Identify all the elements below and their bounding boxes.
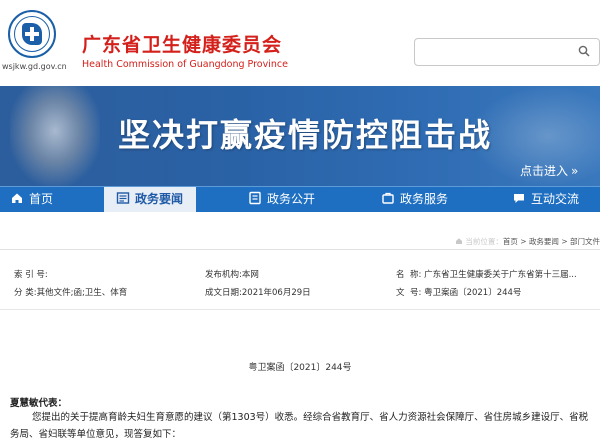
search-input[interactable]	[414, 38, 600, 66]
meta-category-value: 其他文件;函;卫生、体育	[36, 288, 128, 298]
meta-category: 分 类:其他文件;函;卫生、体育	[14, 286, 127, 298]
meta-publisher-value: 本网	[241, 270, 259, 280]
divider	[0, 249, 600, 250]
meta-date: 成文日期:2021年06月29日	[205, 286, 311, 298]
breadcrumb-item-news[interactable]: 政务要闻	[529, 237, 559, 246]
double-chevron-right-icon: »	[571, 164, 579, 178]
nav-item-label: 首页	[29, 192, 54, 206]
meta-date-value: 2021年06月29日	[241, 288, 311, 298]
disclosure-icon	[249, 191, 261, 205]
site-title-cn[interactable]: 广东省卫生健康委员会	[82, 30, 282, 57]
document-paragraph: 您提出的关于提高育龄夫妇生育意愿的建议（第1303号）收悉。经综合省教育厅、省人…	[10, 409, 594, 443]
breadcrumb-separator: >	[558, 237, 570, 246]
meta-publisher: 发布机构:本网	[205, 268, 259, 280]
nav-item-label: 互动交流	[531, 192, 580, 206]
nav-item-label: 政务要闻	[135, 192, 184, 206]
news-icon	[116, 192, 130, 204]
meta-category-label: 分 类:	[14, 288, 37, 298]
meta-docno-label: 文	[396, 288, 405, 298]
meta-date-label: 成文日期:	[205, 288, 242, 298]
site-header: wsjkw.gd.gov.cn 广东省卫生健康委员会 Health Commis…	[0, 0, 600, 86]
health-commission-logo-icon[interactable]	[8, 10, 56, 58]
site-url: wsjkw.gd.gov.cn	[2, 62, 67, 71]
meta-index: 索 引 号:	[14, 268, 48, 280]
nav-item-home[interactable]: 首页	[10, 187, 90, 212]
document-meta-table: 索 引 号: 发布机构:本网 名 称: 广东省卫生健康委关于广东省第十三届...…	[0, 268, 600, 310]
meta-docno-value: 号: 粤卫案函〔2021〕244号	[410, 288, 522, 298]
medical-worker-image	[10, 86, 100, 186]
main-nav: 首页 政务要闻 政务公开 政务服务 互动交流	[0, 186, 600, 212]
service-icon	[382, 192, 394, 204]
meta-index-label: 索 引 号:	[14, 270, 48, 280]
site-title-en: Health Commission of Guangdong Province	[82, 59, 288, 70]
meta-row: 索 引 号: 发布机构:本网 名 称: 广东省卫生健康委关于广东省第十三届...	[0, 268, 600, 282]
nav-item-news[interactable]: 政务要闻	[104, 187, 196, 212]
chat-icon	[514, 194, 524, 203]
banner-enter-link[interactable]: 点击进入»	[520, 162, 578, 179]
meta-title-value: 称: 广东省卫生健康委关于广东省第十三届...	[410, 270, 577, 280]
nav-item-disclosure[interactable]: 政务公开	[248, 187, 338, 212]
divider	[0, 309, 600, 310]
document-salutation: 夏慧敏代表：	[10, 398, 68, 409]
breadcrumb: 当前位置：首页 > 政务要闻 > 部门文件	[455, 236, 600, 247]
breadcrumb-item-dept-files[interactable]: 部门文件	[570, 237, 600, 246]
nav-item-label: 政务服务	[400, 192, 449, 206]
breadcrumb-item-home[interactable]: 首页	[503, 237, 518, 246]
home-icon	[456, 238, 463, 244]
epidemic-banner[interactable]: 坚决打赢疫情防控阻击战 点击进入»	[0, 86, 600, 186]
breadcrumb-separator: >	[517, 237, 529, 246]
meta-row: 分 类:其他文件;函;卫生、体育 成文日期:2021年06月29日 文 号: 粤…	[0, 286, 600, 300]
document-paragraph-text: 您提出的关于提高育龄夫妇生育意愿的建议（第1303号）收悉。经综合省教育厅、省人…	[10, 412, 589, 440]
article-content: 当前位置：首页 > 政务要闻 > 部门文件 索 引 号: 发布机构:本网 名 称…	[0, 212, 600, 447]
banner-enter-label: 点击进入	[520, 164, 569, 178]
nav-item-label: 政务公开	[267, 192, 316, 206]
nav-item-interaction[interactable]: 互动交流	[512, 187, 598, 212]
meta-publisher-label: 发布机构:	[205, 270, 242, 280]
banner-slogan: 坚决打赢疫情防控阻击战	[118, 116, 493, 154]
meta-title-label: 名	[396, 270, 405, 280]
search-icon[interactable]	[578, 45, 590, 57]
nav-item-service[interactable]: 政务服务	[381, 187, 471, 212]
document-number: 粤卫案函〔2021〕244号	[248, 363, 352, 373]
breadcrumb-prefix: 当前位置：	[465, 237, 503, 246]
home-icon	[12, 193, 22, 203]
